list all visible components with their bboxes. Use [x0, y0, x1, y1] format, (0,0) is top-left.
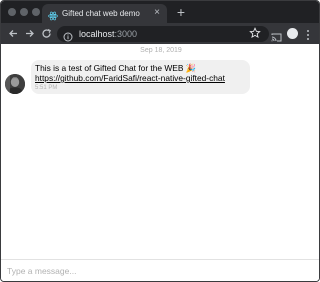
- tab-title: Gifted chat web demo: [62, 9, 140, 18]
- react-icon: [48, 8, 58, 21]
- address-bar[interactable]: localhost:3000: [57, 26, 269, 42]
- avatar[interactable]: [5, 74, 25, 94]
- reload-icon[interactable]: [39, 26, 54, 41]
- message-time: 5:51 PM: [35, 85, 58, 91]
- info-icon[interactable]: [63, 29, 73, 42]
- chat-page: Sep 18, 2019 This is a test of Gifted Ch…: [1, 44, 319, 281]
- address-port: :3000: [114, 29, 138, 39]
- forward-icon[interactable]: [22, 26, 37, 41]
- close-window-dot[interactable]: [8, 8, 16, 16]
- profile-icon[interactable]: [287, 28, 298, 39]
- message-text: This is a test of Gifted Chat for the WE…: [35, 63, 197, 73]
- close-tab-icon[interactable]: ×: [151, 6, 163, 20]
- address-host: localhost: [79, 29, 115, 39]
- composer-divider: [1, 259, 319, 260]
- address-text: localhost:3000: [79, 29, 137, 39]
- date-separator: Sep 18, 2019: [140, 47, 182, 54]
- menu-icon[interactable]: [305, 28, 311, 40]
- message-bubble[interactable]: This is a test of Gifted Chat for the WE…: [31, 60, 250, 94]
- minimize-window-dot[interactable]: [20, 8, 28, 16]
- browser-window: Gifted chat web demo × + localhost:3000: [0, 0, 320, 282]
- new-tab-icon[interactable]: +: [173, 4, 189, 20]
- tab-strip: Gifted chat web demo × +: [1, 1, 319, 23]
- maximize-window-dot[interactable]: [32, 8, 40, 16]
- back-icon[interactable]: [6, 26, 21, 41]
- browser-tab[interactable]: Gifted chat web demo ×: [42, 4, 167, 23]
- star-icon[interactable]: [249, 26, 261, 39]
- message-link[interactable]: https://github.com/FaridSafi/react-nativ…: [35, 73, 225, 83]
- message-input[interactable]: [7, 264, 313, 278]
